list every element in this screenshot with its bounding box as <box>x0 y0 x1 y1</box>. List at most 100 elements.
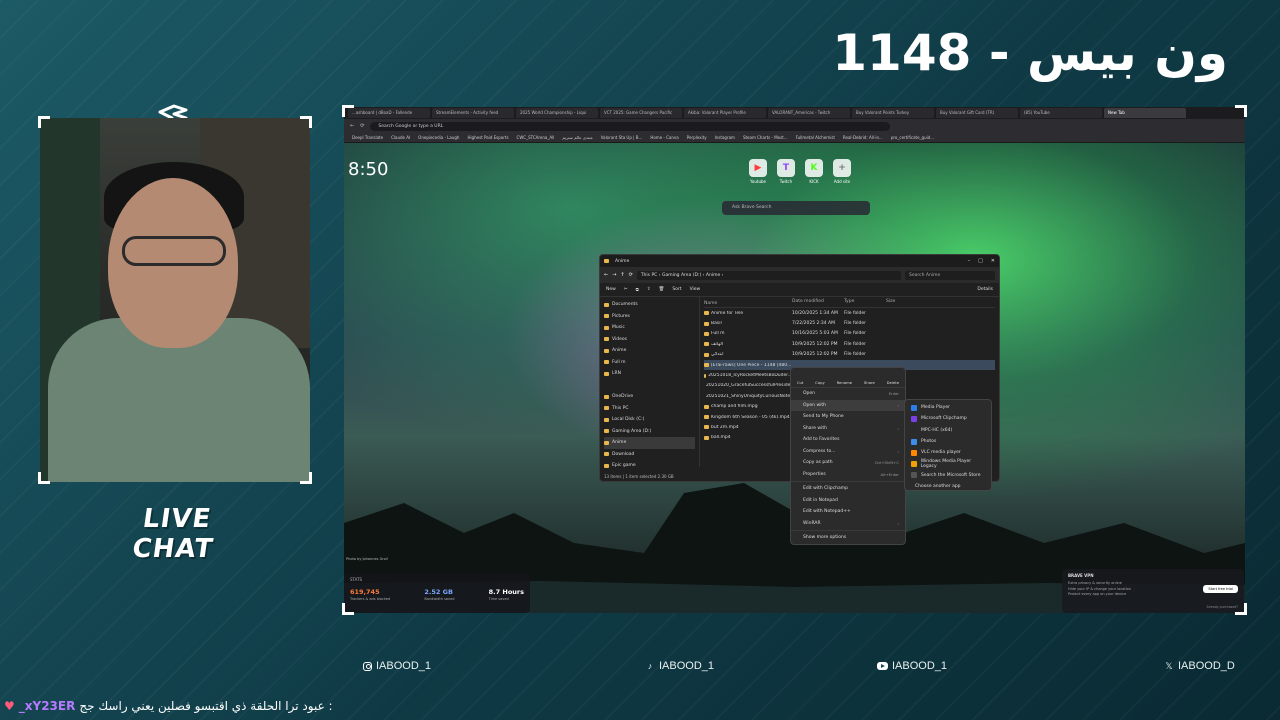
delete-icon[interactable]: 🗑 <box>659 287 665 292</box>
browser-tab[interactable]: New Tab <box>1104 108 1186 118</box>
context-menu-item[interactable]: Open Enter <box>791 388 905 400</box>
bookmark-item[interactable]: Onepiecedia - Laugh <box>418 135 459 140</box>
sidebar-item[interactable]: Documents <box>604 299 695 311</box>
sidebar-item[interactable]: LRN <box>604 368 695 380</box>
column-type[interactable]: Type <box>844 299 886 307</box>
sidebar-item[interactable]: Anime <box>604 437 695 449</box>
sidebar-item[interactable]: Anime <box>604 345 695 357</box>
context-menu-item[interactable]: Open with › <box>791 399 905 411</box>
browser-tab[interactable]: 2025 World Championship - Liqui <box>516 108 598 118</box>
bookmark-item[interactable]: Deepl Translate <box>352 135 383 140</box>
close-icon[interactable]: ✕ <box>991 258 995 264</box>
sidebar-item[interactable]: This PC <box>604 403 695 415</box>
open-with-item[interactable]: MPC-HC (x64) <box>905 425 991 436</box>
forward-icon[interactable]: → <box>612 272 616 278</box>
context-menu-item[interactable]: Add to Favorites <box>791 434 905 446</box>
bookmark-item[interactable]: Steam Charts - Most... <box>743 135 788 140</box>
file-row[interactable]: Full m 10/16/2025 5:03 AM File folder <box>704 329 995 339</box>
file-row[interactable]: Basil 7/22/2025 2:34 AM File folder <box>704 318 995 328</box>
newtab-search-input[interactable]: Ask Brave Search <box>722 201 870 215</box>
column-name[interactable]: Name <box>704 299 792 307</box>
minimize-icon[interactable]: – <box>968 258 971 264</box>
share-icon[interactable]: ⇪ <box>647 287 651 292</box>
sidebar-item[interactable]: OneDrive <box>604 391 695 403</box>
photo-credit[interactable]: Photo by Johannes Groll <box>346 557 388 561</box>
bookmark-item[interactable]: Home - Canva <box>650 135 678 140</box>
bookmark-item[interactable]: Instagram <box>715 135 735 140</box>
file-row[interactable]: ابتدائي 10/9/2025 12:02 PM File folder <box>704 350 995 360</box>
browser-tab[interactable]: VALORANT_Americas - Twitch <box>768 108 850 118</box>
explorer-tab-title[interactable]: Anime <box>615 259 629 264</box>
sidebar-item[interactable]: Epic game <box>604 460 695 472</box>
browser-tab[interactable]: VCT 2025: Game Changers Pacific <box>600 108 682 118</box>
address-input[interactable]: Search Google or type a URL <box>370 121 891 131</box>
open-with-item[interactable]: VLC media player <box>905 447 991 458</box>
copy-icon[interactable]: ⧉ <box>636 287 639 293</box>
sidebar-item[interactable]: Pictures <box>604 311 695 323</box>
cut-button[interactable]: Cut <box>797 380 804 385</box>
sidebar-item[interactable]: Music <box>604 322 695 334</box>
sort-button[interactable]: Sort <box>672 287 681 292</box>
speed-dial-item[interactable]: T Twitch <box>776 159 796 184</box>
reload-icon[interactable]: ⟳ <box>360 123 364 129</box>
details-button[interactable]: Details <box>977 287 993 292</box>
browser-tab[interactable]: Akiba: Valorant Player Profile <box>684 108 766 118</box>
file-row[interactable]: الهاتف 10/9/2025 12:02 PM File folder <box>704 339 995 349</box>
speed-dial-item[interactable]: ▶ Youtube <box>748 159 768 184</box>
delete-button[interactable]: Delete <box>887 380 899 385</box>
rename-button[interactable]: Rename <box>837 380 853 385</box>
sidebar-item[interactable]: Full m <box>604 357 695 369</box>
bookmark-item[interactable]: CWC_STCArena_All <box>517 135 555 140</box>
already-purchased-link[interactable]: Already purchased? <box>1207 605 1239 609</box>
browser-tab[interactable]: StreamElements - Activity feed <box>432 108 514 118</box>
sidebar-item[interactable]: Videos <box>604 334 695 346</box>
back-icon[interactable]: ← <box>604 272 608 278</box>
context-menu-item[interactable]: Compress to... › <box>791 446 905 458</box>
sidebar-item[interactable] <box>604 380 695 392</box>
open-with-item[interactable]: Microsoft Clipchamp <box>905 413 991 424</box>
context-menu-item[interactable]: Edit in Notepad <box>791 495 905 507</box>
context-menu-item[interactable]: Send to My Phone <box>791 411 905 423</box>
sidebar-item[interactable]: Download <box>604 449 695 461</box>
bookmark-item[interactable]: Valorant Sta Up | B... <box>601 135 643 140</box>
explorer-search-input[interactable]: Search Anime <box>905 270 995 280</box>
context-menu-item[interactable]: WinRAR › <box>791 518 905 530</box>
context-menu-item[interactable]: Copy as path Ctrl+Shift+C <box>791 457 905 469</box>
browser-tab[interactable]: Buy Valorant Points Turkey <box>852 108 934 118</box>
context-menu-item[interactable]: Share with › <box>791 423 905 435</box>
breadcrumb[interactable]: This PC › Gaming Area (D:) › Anime › <box>636 270 901 280</box>
bookmark-item[interactable]: Perplexity <box>687 135 707 140</box>
context-menu-item[interactable]: Show more options <box>791 532 905 544</box>
sidebar-item[interactable]: Gaming Area (D:) <box>604 426 695 438</box>
share-button[interactable]: Share <box>864 380 875 385</box>
file-row[interactable]: Anime for Tele 10/20/2025 1:34 AM File fol… <box>704 308 995 318</box>
view-button[interactable]: View <box>690 287 701 292</box>
up-icon[interactable]: ↑ <box>620 272 624 278</box>
column-size[interactable]: Size <box>886 299 916 307</box>
start-trial-button[interactable]: Start free trial <box>1203 585 1238 593</box>
open-with-item[interactable]: Search the Microsoft Store <box>905 470 991 481</box>
column-date[interactable]: Date modified <box>792 299 844 307</box>
browser-tab[interactable]: ...ashboard | dBoaD - Fallende <box>348 108 430 118</box>
browser-tab[interactable]: Buy Valorant Gift Card (TR) <box>936 108 1018 118</box>
bookmark-item[interactable]: منتدى عالم ستريم <box>562 135 592 140</box>
speed-dial-item[interactable]: K KICK <box>804 159 824 184</box>
maximize-icon[interactable]: □ <box>978 258 983 264</box>
bookmark-item[interactable]: Highest Paid Esports <box>467 135 508 140</box>
bookmark-item[interactable]: Real-Debrid: All-in... <box>843 135 883 140</box>
new-button[interactable]: New <box>606 287 616 292</box>
refresh-icon[interactable]: ⟳ <box>629 272 633 278</box>
bookmark-item[interactable]: Claude AI <box>391 135 410 140</box>
context-menu-item[interactable]: Edit with Notepad++ <box>791 506 905 518</box>
context-menu-item[interactable]: Edit with Clipchamp <box>791 483 905 495</box>
context-menu-item[interactable]: Properties Alt+Enter <box>791 469 905 481</box>
bookmark-item[interactable]: pro_certificate_guid... <box>891 135 934 140</box>
bookmark-item[interactable]: Fullmetal Alchemist <box>796 135 835 140</box>
open-with-item[interactable]: Photos <box>905 436 991 447</box>
browser-tab[interactable]: (85) YouTube <box>1020 108 1102 118</box>
copy-button[interactable]: Copy <box>815 380 825 385</box>
open-with-item[interactable]: Windows Media Player Legacy <box>905 458 991 469</box>
open-with-item[interactable]: Media Player <box>905 402 991 413</box>
sidebar-item[interactable]: Local Disk (C:) <box>604 414 695 426</box>
open-with-item[interactable]: Choose another app <box>905 481 991 492</box>
